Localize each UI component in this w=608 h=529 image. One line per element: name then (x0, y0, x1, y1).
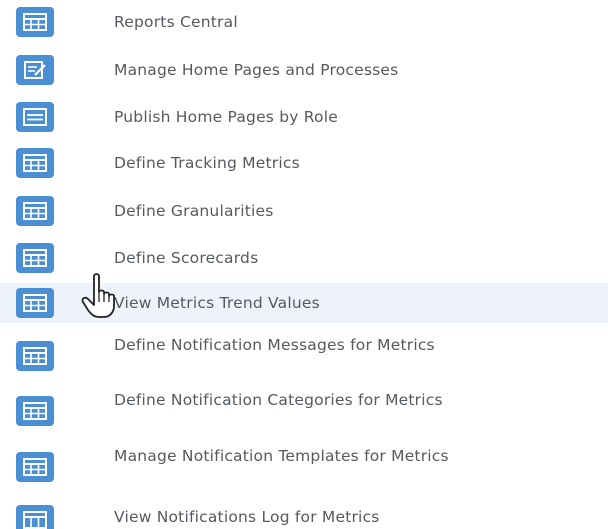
menu-item-view-metrics-trend-values[interactable]: View Metrics Trend Values (0, 283, 608, 323)
grid-icon (16, 196, 54, 226)
grid-icon (16, 505, 54, 529)
menu-item-label: View Notifications Log for Metrics (114, 508, 380, 526)
menu-item-label: Reports Central (114, 13, 238, 31)
grid-icon (16, 341, 54, 371)
menu-item-label: Define Notification Messages for Metrics (114, 336, 435, 354)
menu-item-reports-central[interactable]: Reports Central (0, 2, 608, 42)
grid-icon (16, 148, 54, 178)
grid-icon (16, 7, 54, 37)
menu-item-define-granularities[interactable]: Define Granularities (0, 191, 608, 231)
menu-item-label: Define Scorecards (114, 249, 259, 267)
menu-item-define-notification-categories[interactable]: Define Notification Categories for Metri… (0, 387, 608, 435)
menu-item-define-tracking-metrics[interactable]: Define Tracking Metrics (0, 143, 608, 183)
menu-item-publish-home-pages[interactable]: Publish Home Pages by Role (0, 97, 608, 137)
menu-item-define-scorecards[interactable]: Define Scorecards (0, 238, 608, 278)
menu-item-label: Manage Notification Templates for Metric… (114, 447, 449, 465)
edit-doc-icon (16, 55, 54, 85)
list-icon (16, 102, 54, 132)
menu-item-label: View Metrics Trend Values (114, 294, 320, 312)
menu-item-define-notification-messages[interactable]: Define Notification Messages for Metrics (0, 332, 608, 380)
menu-item-label: Define Notification Categories for Metri… (114, 391, 443, 409)
menu-item-label: Define Tracking Metrics (114, 154, 300, 172)
menu-item-view-notifications-log[interactable]: View Notifications Log for Metrics (0, 500, 608, 529)
menu-item-label: Publish Home Pages by Role (114, 108, 338, 126)
menu-item-label: Define Granularities (114, 202, 274, 220)
menu-item-manage-home-pages[interactable]: Manage Home Pages and Processes (0, 50, 608, 90)
menu-item-label: Manage Home Pages and Processes (114, 61, 399, 79)
grid-icon (16, 396, 54, 426)
navigation-menu: Reports Central Manage Home Pages and Pr… (0, 0, 608, 529)
grid-icon (16, 452, 54, 482)
grid-icon (16, 243, 54, 273)
menu-item-manage-notification-templates[interactable]: Manage Notification Templates for Metric… (0, 443, 608, 491)
grid-icon (16, 288, 54, 318)
